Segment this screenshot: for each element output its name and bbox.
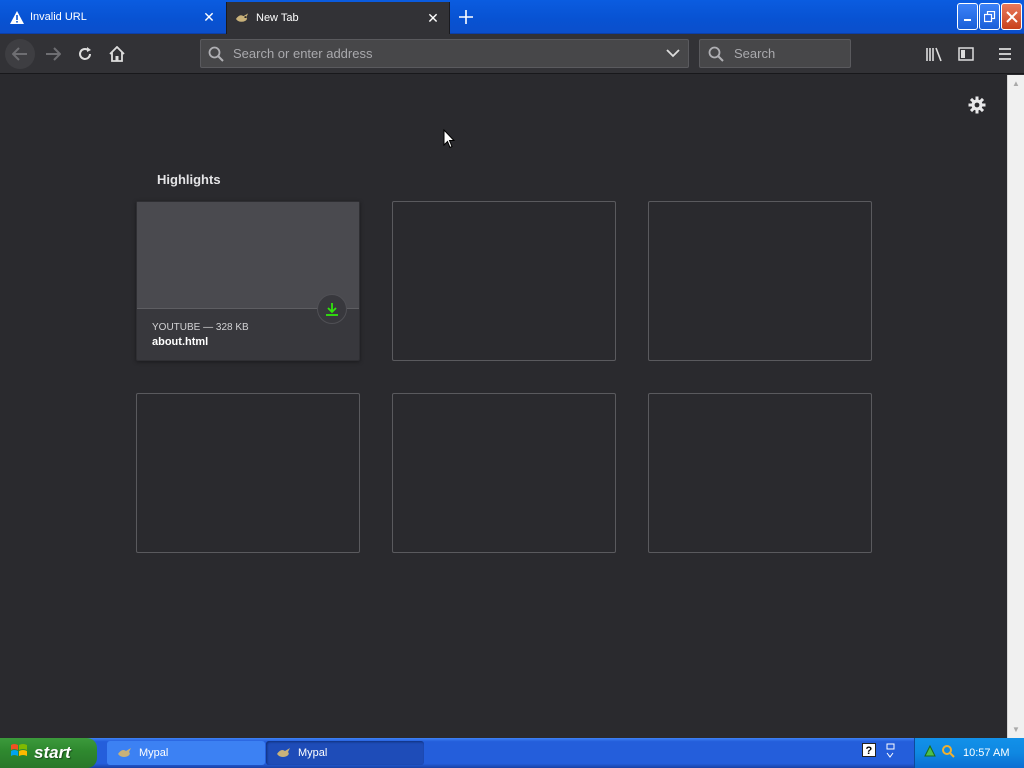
start-button[interactable]: start xyxy=(0,738,97,768)
task-label: Mypal xyxy=(298,747,328,759)
home-button[interactable] xyxy=(102,39,132,69)
empty-highlight-slot xyxy=(136,393,360,553)
taskbar: start Mypal Mypal ? 10:57 AM xyxy=(0,738,1024,768)
empty-highlight-slot xyxy=(648,393,872,553)
taskbar-item-mypal[interactable]: Mypal xyxy=(107,741,265,765)
reload-button[interactable] xyxy=(70,39,100,69)
search-bar[interactable] xyxy=(699,39,851,68)
search-icon xyxy=(700,46,732,62)
download-icon xyxy=(317,294,347,324)
mypal-bird-icon xyxy=(276,746,292,760)
hamburger-menu-button[interactable] xyxy=(990,39,1020,69)
windows-flag-icon xyxy=(10,743,28,764)
highlight-card[interactable]: YOUTUBE — 328 KB about.html xyxy=(136,201,360,361)
mypal-bird-icon xyxy=(117,746,133,760)
navigation-toolbar xyxy=(0,34,1024,74)
tab-title: Invalid URL xyxy=(30,11,87,23)
forward-button[interactable] xyxy=(38,39,68,69)
restore-layout-icon[interactable] xyxy=(884,743,896,764)
tab-strip: Invalid URL ✕ New Tab ✕ xyxy=(0,0,1024,34)
close-window-button[interactable] xyxy=(1001,3,1022,30)
vertical-scrollbar[interactable]: ▲ ▼ xyxy=(1007,75,1024,738)
sidebar-toggle-button[interactable] xyxy=(951,39,981,69)
tab-title: New Tab xyxy=(256,12,299,24)
new-tab-page: Highlights YOUTUBE — 328 KB about.html xyxy=(0,75,1007,738)
empty-highlight-slot xyxy=(392,201,616,361)
minimize-button[interactable] xyxy=(957,3,978,30)
card-filename: about.html xyxy=(152,336,209,348)
url-input[interactable] xyxy=(231,45,658,62)
close-tab-icon[interactable]: ✕ xyxy=(199,7,219,27)
start-label: start xyxy=(34,743,71,762)
scroll-up-icon[interactable]: ▲ xyxy=(1008,75,1024,92)
search-icon[interactable] xyxy=(941,744,955,763)
clock: 10:57 AM xyxy=(963,747,1010,759)
system-tray: 10:57 AM xyxy=(914,738,1024,768)
svg-text:?: ? xyxy=(866,745,873,757)
restore-button[interactable] xyxy=(979,3,1000,30)
close-tab-icon[interactable]: ✕ xyxy=(423,8,443,28)
search-icon xyxy=(201,46,231,62)
scroll-down-icon[interactable]: ▼ xyxy=(1008,721,1024,738)
task-label: Mypal xyxy=(139,747,169,759)
back-button[interactable] xyxy=(5,39,35,69)
card-preview xyxy=(137,202,359,309)
card-context: YOUTUBE — 328 KB xyxy=(152,322,249,333)
new-tab-button[interactable] xyxy=(455,6,477,28)
tab-invalid-url[interactable]: Invalid URL ✕ xyxy=(0,2,225,32)
help-icon[interactable]: ? xyxy=(862,743,876,764)
warning-icon xyxy=(9,10,24,25)
highlights-heading: Highlights xyxy=(157,172,221,187)
empty-highlight-slot xyxy=(648,201,872,361)
taskbar-item-mypal-active[interactable]: Mypal xyxy=(266,741,424,765)
search-input[interactable] xyxy=(732,45,850,62)
tab-new-tab[interactable]: New Tab ✕ xyxy=(226,2,450,34)
mypal-bird-icon xyxy=(235,11,250,26)
chevron-down-icon[interactable] xyxy=(658,49,688,58)
network-icon[interactable] xyxy=(923,744,937,763)
gear-icon[interactable] xyxy=(966,94,988,116)
address-bar[interactable] xyxy=(200,39,689,68)
mouse-cursor xyxy=(443,128,456,154)
empty-highlight-slot xyxy=(392,393,616,553)
library-button[interactable] xyxy=(919,39,949,69)
